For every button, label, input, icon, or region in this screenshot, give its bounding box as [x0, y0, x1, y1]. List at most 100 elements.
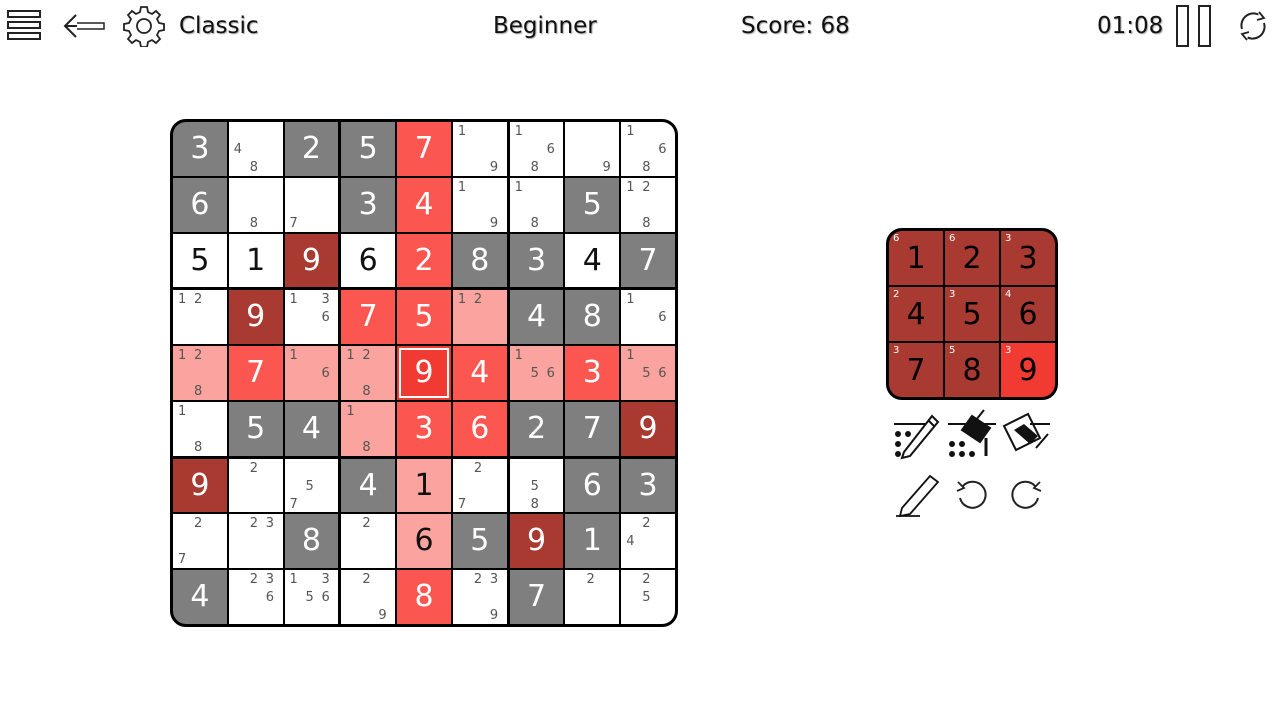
fill-notes-icon[interactable] [946, 408, 998, 464]
sudoku-cell[interactable]: 7 [397, 122, 451, 176]
sudoku-cell[interactable]: 6 [565, 458, 620, 513]
sudoku-cell[interactable]: 5 [397, 290, 451, 345]
sudoku-cell[interactable]: 5 [452, 514, 507, 569]
number-key[interactable]: 37 [889, 343, 943, 397]
pencil-notes-icon[interactable] [892, 408, 944, 464]
sudoku-cell[interactable]: 18 [341, 401, 396, 456]
sudoku-cell[interactable]: 3 [565, 346, 620, 400]
sudoku-cell[interactable]: 2 [341, 514, 396, 569]
sudoku-cell[interactable]: 1 68 [621, 122, 675, 176]
sudoku-cell[interactable]: 8 [228, 177, 283, 232]
sudoku-cell[interactable]: 9 [397, 346, 451, 400]
sudoku-cell[interactable]: 23 9 [452, 570, 507, 624]
sudoku-cell[interactable]: 1 [228, 233, 283, 288]
sudoku-cell[interactable]: 7 [341, 290, 396, 345]
redo-icon[interactable] [1008, 476, 1044, 516]
sudoku-cell[interactable]: 27 [452, 458, 507, 513]
undo-icon[interactable] [954, 476, 990, 516]
number-key[interactable]: 35 [945, 287, 999, 341]
sudoku-cell[interactable]: 18 [173, 401, 227, 456]
sudoku-cell[interactable]: 8 [284, 514, 339, 569]
sudoku-cell[interactable]: 3 [397, 401, 451, 456]
sudoku-cell[interactable]: 3 [509, 233, 564, 288]
sudoku-cell[interactable]: 2 [228, 458, 283, 513]
sudoku-cell[interactable]: 4 [509, 290, 564, 345]
sudoku-cell[interactable]: 5 [228, 401, 283, 456]
sudoku-cell[interactable]: 4 [397, 177, 451, 232]
sudoku-cell[interactable]: 24 [621, 514, 675, 569]
sudoku-cell[interactable]: 5 [565, 177, 620, 232]
back-arrow-icon[interactable] [62, 12, 106, 40]
sudoku-cell[interactable]: 57 [284, 458, 339, 513]
pause-icon[interactable] [1175, 4, 1213, 48]
sudoku-cell[interactable]: 12 [173, 290, 227, 345]
sudoku-cell[interactable]: 1 68 [509, 122, 564, 176]
sudoku-cell[interactable]: 3 [173, 122, 227, 176]
number-key[interactable]: 58 [945, 343, 999, 397]
eraser-pencil-icon[interactable] [894, 470, 942, 522]
sudoku-cell[interactable]: 25 [621, 570, 675, 624]
sudoku-cell[interactable]: 9 [565, 122, 620, 176]
sudoku-cell[interactable]: 3 [621, 458, 675, 513]
sudoku-cell[interactable]: 19 [452, 122, 507, 176]
sudoku-cell[interactable]: 7 [565, 401, 620, 456]
sudoku-cell[interactable]: 29 [341, 570, 396, 624]
sudoku-cell[interactable]: 16 [284, 346, 339, 400]
sudoku-cell[interactable]: 156 [621, 346, 675, 400]
sudoku-cell[interactable]: 16 [621, 290, 675, 345]
sudoku-cell[interactable]: 6 [341, 233, 396, 288]
sudoku-cell[interactable]: 12 [452, 290, 507, 345]
number-key[interactable]: 46 [1001, 287, 1055, 341]
sudoku-cell[interactable]: 9 [509, 514, 564, 569]
sudoku-cell[interactable]: 8 [565, 290, 620, 345]
sudoku-cell[interactable]: 4 [452, 346, 507, 400]
sudoku-cell[interactable]: 1 356 [284, 570, 339, 624]
sudoku-cell[interactable]: 2 [509, 401, 564, 456]
number-key[interactable]: 62 [945, 231, 999, 285]
number-key[interactable]: 39 [1001, 343, 1055, 397]
sudoku-cell[interactable]: 23 [228, 514, 283, 569]
sudoku-cell[interactable]: 1 [397, 458, 451, 513]
menu-icon[interactable] [6, 8, 42, 42]
sudoku-cell[interactable]: 6 [452, 401, 507, 456]
sudoku-cell[interactable]: 7 [621, 233, 675, 288]
sudoku-cell[interactable]: 9 [284, 233, 339, 288]
sudoku-cell[interactable]: 1 3 6 [284, 290, 339, 345]
sudoku-cell[interactable]: 2 [397, 233, 451, 288]
sudoku-cell[interactable]: 7 [284, 177, 339, 232]
sudoku-cell[interactable]: 27 [173, 514, 227, 569]
sudoku-cell[interactable]: 18 [509, 177, 564, 232]
sudoku-cell[interactable]: 6 [173, 177, 227, 232]
sudoku-cell[interactable]: 12 8 [621, 177, 675, 232]
sudoku-cell[interactable]: 3 [341, 177, 396, 232]
sudoku-cell[interactable]: 5 [341, 122, 396, 176]
number-key[interactable]: 33 [1001, 231, 1055, 285]
sudoku-cell[interactable]: 9 [621, 401, 675, 456]
sudoku-cell[interactable]: 8 [397, 570, 451, 624]
restart-icon[interactable] [1236, 9, 1270, 43]
sudoku-cell[interactable]: 8 [452, 233, 507, 288]
sudoku-cell[interactable]: 12 8 [173, 346, 227, 400]
sudoku-cell[interactable]: 4 [173, 570, 227, 624]
clear-notes-icon[interactable] [1000, 408, 1052, 464]
sudoku-cell[interactable]: 4 [565, 233, 620, 288]
sudoku-cell[interactable]: 156 [509, 346, 564, 400]
sudoku-cell[interactable]: 5 [173, 233, 227, 288]
sudoku-cell[interactable]: 2 [284, 122, 339, 176]
sudoku-cell[interactable]: 23 6 [228, 570, 283, 624]
gear-icon[interactable] [123, 5, 165, 47]
sudoku-cell[interactable]: 12 8 [341, 346, 396, 400]
number-key[interactable]: 61 [889, 231, 943, 285]
sudoku-cell[interactable]: 19 [452, 177, 507, 232]
sudoku-cell[interactable]: 7 [228, 346, 283, 400]
number-key[interactable]: 24 [889, 287, 943, 341]
sudoku-cell[interactable]: 4 [341, 458, 396, 513]
sudoku-cell[interactable]: 48 [228, 122, 283, 176]
sudoku-cell[interactable]: 2 [565, 570, 620, 624]
sudoku-cell[interactable]: 6 [397, 514, 451, 569]
sudoku-cell[interactable]: 9 [228, 290, 283, 345]
sudoku-cell[interactable]: 4 [284, 401, 339, 456]
sudoku-cell[interactable]: 9 [173, 458, 227, 513]
sudoku-cell[interactable]: 58 [509, 458, 564, 513]
sudoku-cell[interactable]: 7 [509, 570, 564, 624]
